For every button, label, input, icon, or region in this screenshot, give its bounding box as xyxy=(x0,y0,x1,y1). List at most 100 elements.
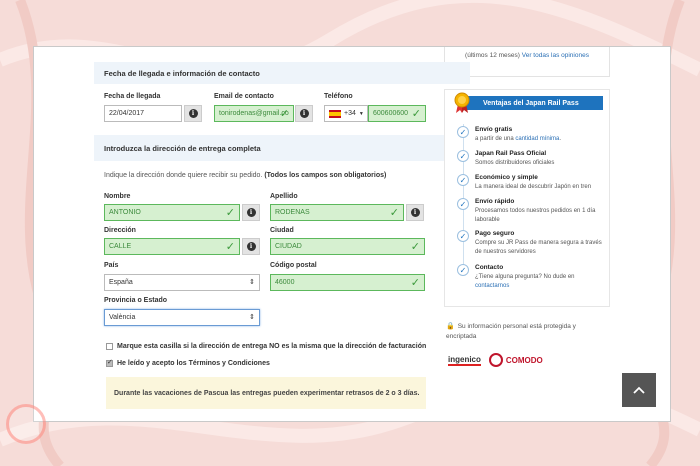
contact-us-link[interactable]: contactarnos xyxy=(475,283,509,289)
benefit-desc: a partir de una cantidad mínima. xyxy=(475,135,609,144)
payment-logos: ingenico COMODO xyxy=(448,353,543,367)
scroll-to-top-button[interactable] xyxy=(622,373,656,407)
benefits-title: Ventajas del Japan Rail Pass xyxy=(465,96,603,110)
all-reviews-link[interactable]: Ver todas las opiniones xyxy=(522,52,589,59)
check-circle-icon: ✓ xyxy=(457,198,469,210)
security-text: Su información personal está protegida y… xyxy=(446,323,576,340)
comodo-logo: COMODO xyxy=(488,353,543,367)
province-value: València xyxy=(109,314,136,321)
email-value: tonirodenas@gmail.co xyxy=(219,110,289,117)
benefit-title: Japan Rail Pass Oficial xyxy=(475,150,547,157)
address-field[interactable]: CALLE ✓ xyxy=(104,238,240,255)
address-value: CALLE xyxy=(109,243,132,250)
name-field[interactable]: ANTONIO ✓ xyxy=(104,204,240,221)
benefit-title: Económico y simple xyxy=(475,174,538,181)
benefits-card: Ventajas del Japan Rail Pass ✓ Envío gra… xyxy=(444,89,610,307)
phone-label: Teléfono xyxy=(324,93,353,100)
valid-check-icon: ✓ xyxy=(410,277,420,289)
arrival-date-field[interactable]: 22/04/2017 xyxy=(104,105,182,122)
chevron-down-icon: ▼ xyxy=(358,110,364,117)
terms-checkbox[interactable] xyxy=(106,358,113,367)
contact-section-title: Fecha de llegada e información de contac… xyxy=(94,62,470,84)
watermark-icon xyxy=(6,404,46,444)
benefit-desc: ¿Tiene alguna pregunta? No dude en conta… xyxy=(475,273,609,291)
billing-checkbox-row[interactable]: Marque esta casilla si la dirección de e… xyxy=(106,343,426,350)
valid-check-icon: ✓ xyxy=(225,241,235,253)
arrival-date-label: Fecha de llegada xyxy=(104,93,161,100)
country-label: País xyxy=(104,262,119,269)
benefit-desc: Somos distribuidores oficiales xyxy=(475,160,555,166)
phone-country-select[interactable]: +34 ▼ xyxy=(324,105,368,122)
check-circle-icon: ✓ xyxy=(457,230,469,242)
benefit-title: Envío gratis xyxy=(475,126,513,133)
comodo-ring-icon xyxy=(488,353,503,367)
terms-checkbox-row[interactable]: He leído y acepto los Términos y Condici… xyxy=(106,358,270,367)
address-section-title: Introduzca la dirección de entrega compl… xyxy=(94,135,470,161)
email-field[interactable]: tonirodenas@gmail.co ✓ xyxy=(214,105,294,122)
address-label: Dirección xyxy=(104,227,136,234)
check-circle-icon: ✓ xyxy=(457,264,469,276)
valid-check-icon: ✓ xyxy=(410,241,420,253)
info-icon: i xyxy=(410,208,420,217)
terms-checkbox-label: He leído y acepto los Términos y Condici… xyxy=(117,360,270,367)
checkout-form: Fecha de llegada e información de contac… xyxy=(94,57,470,421)
country-select[interactable]: España ⇕ xyxy=(104,274,260,291)
medal-icon xyxy=(454,92,470,113)
zip-label: Código postal xyxy=(270,262,317,269)
valid-check-icon: ✓ xyxy=(279,108,289,120)
benefit-desc: La manera ideal de descubrir Japón en tr… xyxy=(475,184,592,190)
spain-flag-icon xyxy=(329,109,341,118)
city-field[interactable]: CIUDAD ✓ xyxy=(270,238,425,255)
valid-check-icon: ✓ xyxy=(225,207,235,219)
phone-code: +34 xyxy=(344,110,356,117)
address-info-button[interactable]: i xyxy=(242,238,260,255)
security-note: 🔒 Su información personal está protegida … xyxy=(446,322,606,342)
surname-info-button[interactable]: i xyxy=(406,204,424,221)
chevron-up-icon xyxy=(633,386,645,394)
benefit-title: Contacto xyxy=(475,264,504,271)
watermark-logo xyxy=(6,404,46,444)
check-circle-icon: ✓ xyxy=(457,126,469,138)
name-info-button[interactable]: i xyxy=(242,204,260,221)
check-circle-icon: ✓ xyxy=(457,174,469,186)
billing-checkbox-label: Marque esta casilla si la dirección de e… xyxy=(117,343,427,350)
comodo-text: COMODO xyxy=(505,355,543,365)
info-icon: i xyxy=(188,109,198,118)
valid-check-icon: ✓ xyxy=(411,108,421,120)
minimum-amount-link[interactable]: cantidad mínima xyxy=(515,136,559,142)
reviews-period: (últimos 12 meses) xyxy=(465,52,520,59)
surname-value: RODENAS xyxy=(275,209,310,216)
benefit-desc: Procesamos todos nuestros pedidos en 1 d… xyxy=(475,208,596,223)
phone-field[interactable]: 600600600 ✓ xyxy=(368,105,426,122)
province-select[interactable]: València ⇕ xyxy=(104,309,260,326)
name-label: Nombre xyxy=(104,193,131,200)
surname-field[interactable]: RODENAS ✓ xyxy=(270,204,404,221)
zip-value: 46000 xyxy=(275,279,295,286)
select-arrows-icon: ⇕ xyxy=(249,279,255,286)
billing-checkbox[interactable] xyxy=(106,343,113,350)
benefit-desc: Compre su JR Pass de manera segura a tra… xyxy=(475,240,602,255)
info-icon: i xyxy=(246,242,256,251)
province-label: Provincia o Estado xyxy=(104,297,168,304)
zip-field[interactable]: 46000 ✓ xyxy=(270,274,425,291)
valid-check-icon: ✓ xyxy=(389,207,399,219)
arrival-info-button[interactable]: i xyxy=(184,105,202,122)
benefit-title: Pago seguro xyxy=(475,230,515,237)
hint-bold-text: (Todos los campos son obligatorios) xyxy=(264,172,387,179)
browser-window: (últimos 12 meses) Ver todas las opinion… xyxy=(33,46,671,422)
ingenico-logo: ingenico xyxy=(448,354,481,366)
benefit-desc-tail: . xyxy=(559,136,562,142)
benefit-title: Envío rápido xyxy=(475,198,515,205)
benefit-desc-text: a partir de una xyxy=(475,136,514,142)
name-value: ANTONIO xyxy=(109,209,141,216)
info-icon: i xyxy=(246,208,256,217)
info-icon: i xyxy=(299,109,309,118)
select-arrows-icon: ⇕ xyxy=(249,314,255,321)
surname-label: Apellido xyxy=(270,193,298,200)
lock-icon: 🔒 xyxy=(446,323,455,330)
email-info-button[interactable]: i xyxy=(295,105,313,122)
city-label: Ciudad xyxy=(270,227,294,234)
address-hint: Indique la dirección donde quiere recibi… xyxy=(104,172,386,179)
delivery-notice: Durante las vacaciones de Pascua las ent… xyxy=(106,377,426,409)
benefit-desc-text: ¿Tiene alguna pregunta? No dude en xyxy=(475,274,575,280)
